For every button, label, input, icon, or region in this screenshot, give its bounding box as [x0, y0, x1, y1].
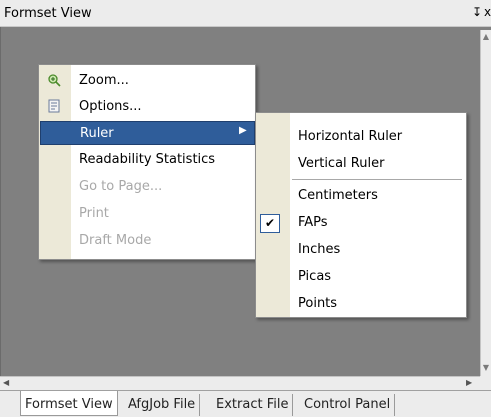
checkmark-icon: ✔: [260, 214, 280, 233]
options-icon: [47, 99, 61, 113]
scroll-corner: [480, 376, 491, 390]
submenu-item-label: Inches: [298, 242, 341, 257]
ruler-submenu: Horizontal Ruler Vertical Ruler Centimet…: [255, 112, 467, 318]
horizontal-scrollbar[interactable]: ◀ ▶: [0, 376, 480, 390]
submenu-arrow-icon: ▶: [239, 125, 247, 136]
vertical-scrollbar[interactable]: ▲ ▼: [480, 30, 491, 380]
submenu-item-picas[interactable]: Picas: [256, 265, 466, 289]
submenu-item-label: Horizontal Ruler: [298, 129, 403, 144]
submenu-item-label: Points: [298, 296, 338, 311]
menu-item-label: Ruler: [80, 126, 114, 141]
pin-icon[interactable]: ↧: [472, 5, 482, 19]
menu-item-label: Print: [79, 206, 109, 221]
window-title: Formset View: [4, 6, 92, 21]
menu-item-label: Zoom...: [79, 73, 129, 88]
document-tab-bar: Formset View AfgJob File Extract File Co…: [0, 390, 491, 417]
menu-item-ruler[interactable]: Ruler ▶: [40, 121, 255, 145]
tab-extract-file[interactable]: Extract File: [212, 394, 294, 416]
zoom-icon: [47, 73, 61, 87]
menu-item-label: Go to Page...: [79, 179, 163, 194]
submenu-item-label: Vertical Ruler: [298, 156, 385, 171]
menu-separator: [292, 179, 462, 180]
submenu-item-horizontal-ruler[interactable]: Horizontal Ruler: [256, 125, 466, 149]
tab-control-panel[interactable]: Control Panel: [300, 394, 396, 416]
close-icon[interactable]: x: [484, 5, 491, 19]
menu-item-label: Draft Mode: [79, 233, 152, 248]
submenu-item-vertical-ruler[interactable]: Vertical Ruler: [256, 152, 466, 176]
submenu-item-label: FAPs: [298, 215, 328, 230]
menu-item-options[interactable]: Options...: [39, 95, 255, 119]
submenu-item-label: Picas: [298, 269, 332, 284]
submenu-item-centimeters[interactable]: Centimeters: [256, 184, 466, 208]
menu-item-zoom[interactable]: Zoom...: [39, 69, 255, 93]
menu-item-label: Readability Statistics: [79, 152, 216, 167]
submenu-item-label: Centimeters: [298, 188, 378, 203]
menu-item-print[interactable]: Print: [39, 202, 255, 226]
submenu-item-points[interactable]: Points: [256, 292, 466, 316]
menu-item-label: Options...: [79, 99, 142, 114]
scroll-up-icon[interactable]: ▲: [481, 32, 491, 44]
tab-afgjob-file[interactable]: AfgJob File: [124, 394, 201, 416]
scroll-left-icon[interactable]: ◀: [3, 378, 13, 390]
menu-item-go-to-page[interactable]: Go to Page...: [39, 175, 255, 199]
title-bar: Formset View ↧ x: [0, 0, 491, 27]
scroll-down-icon[interactable]: ▼: [481, 363, 491, 375]
menu-item-draft-mode[interactable]: Draft Mode: [39, 229, 255, 253]
submenu-item-faps[interactable]: ✔ FAPs: [256, 211, 466, 235]
menu-item-readability-statistics[interactable]: Readability Statistics: [39, 148, 255, 172]
scroll-right-icon[interactable]: ▶: [466, 378, 476, 390]
context-menu: Zoom... Options... Ruler ▶ Readability S…: [38, 64, 256, 260]
tab-formset-view[interactable]: Formset View: [20, 391, 118, 416]
submenu-item-inches[interactable]: Inches: [256, 238, 466, 262]
